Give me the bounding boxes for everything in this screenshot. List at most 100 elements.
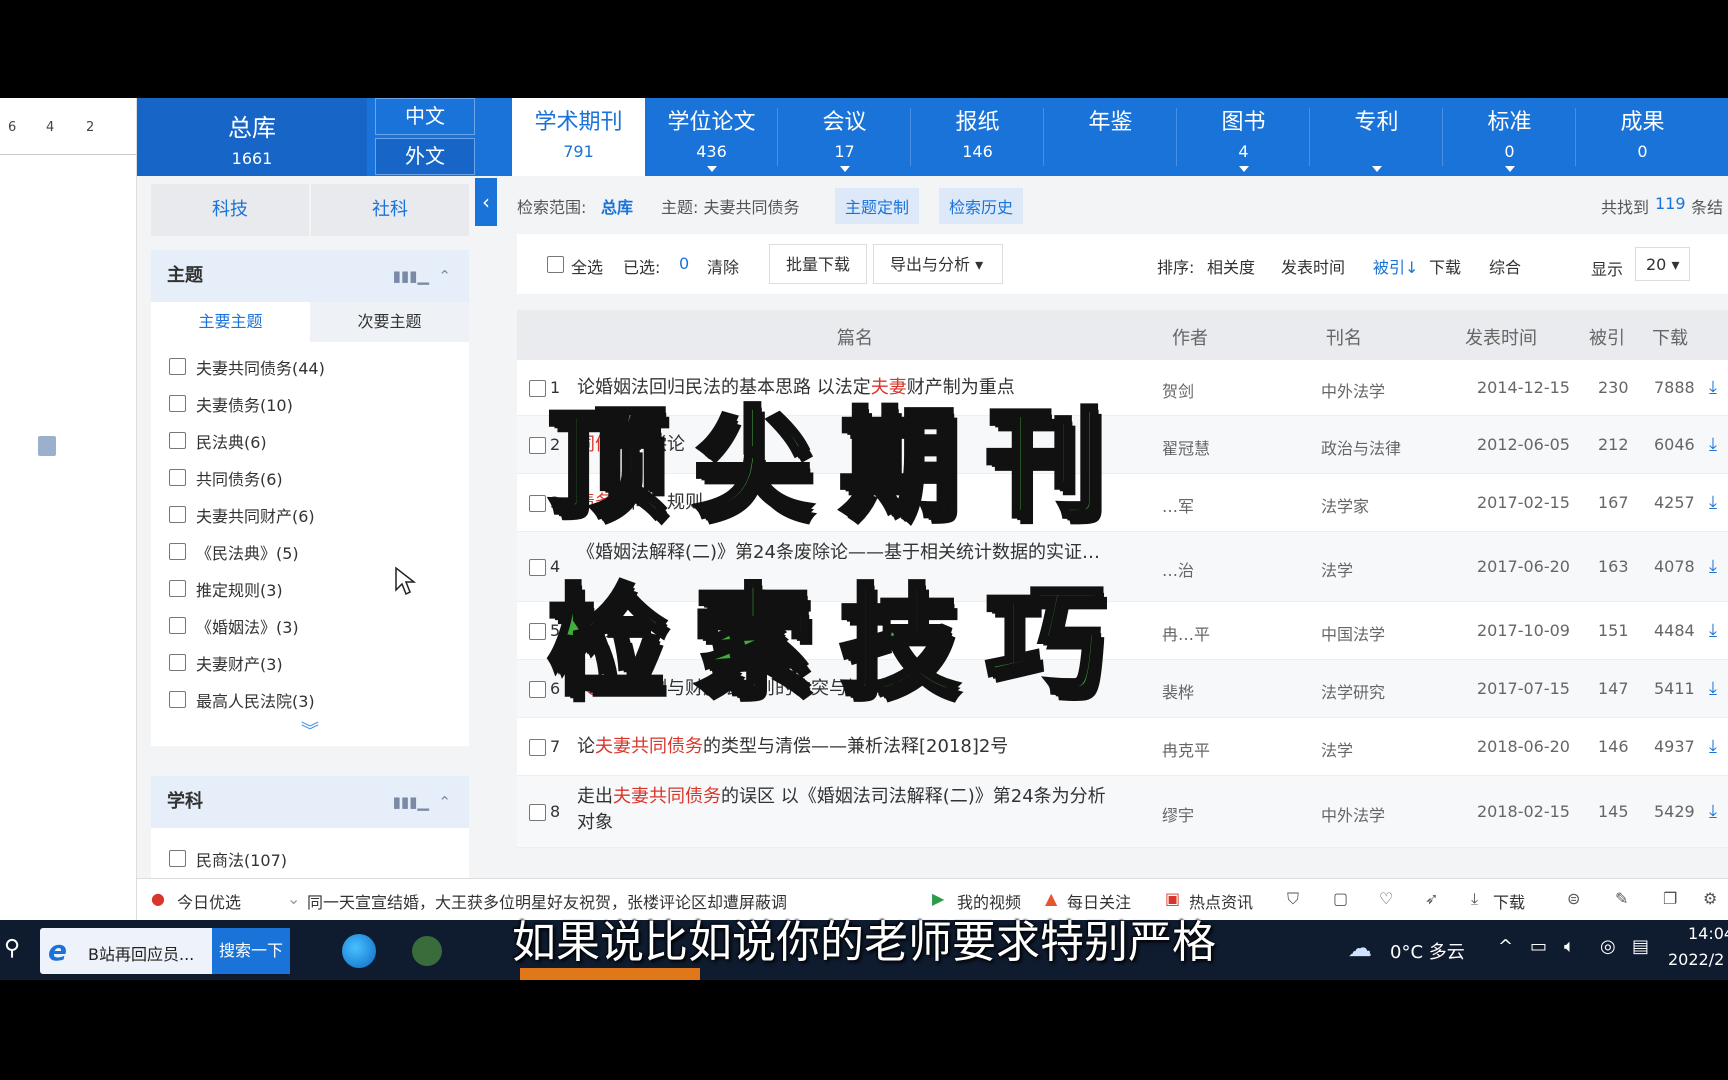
chart-and-collapse-icons[interactable]: ▮▮▮▁ ⌃: [393, 250, 451, 302]
subject-filter-header[interactable]: 学科 ▮▮▮▁ ⌃: [151, 776, 469, 828]
topic-filter-item[interactable]: 夫妻债务(10): [151, 385, 469, 422]
article-title-link[interactable]: 论夫妻共同债务的类型与清偿——兼析法释[2018]2号: [577, 734, 1117, 760]
tab-achievement[interactable]: 成果 0: [1576, 98, 1709, 176]
tab-newspaper[interactable]: 报纸 146: [911, 98, 1044, 176]
export-analysis-dropdown[interactable]: 导出与分析 ▾: [873, 244, 1003, 284]
tab-thesis[interactable]: 学位论文 436: [645, 98, 778, 176]
sort-cited[interactable]: 被引↓: [1373, 254, 1418, 278]
select-all-label[interactable]: 全选: [571, 254, 603, 278]
col-downloads[interactable]: 下载: [1652, 324, 1688, 350]
author-link[interactable]: 翟冠慧: [1162, 435, 1210, 459]
tab-journal[interactable]: 学术期刊 791: [512, 98, 645, 176]
checkbox[interactable]: [169, 395, 186, 412]
table-row[interactable]: 7 论夫妻共同债务的类型与清偿——兼析法释[2018]2号 冉克平 法学 2018-06…: [517, 718, 1728, 776]
checkbox[interactable]: [169, 432, 186, 449]
checkbox[interactable]: [169, 506, 186, 523]
author-link[interactable]: 裴桦: [1162, 679, 1194, 703]
row-checkbox[interactable]: [529, 437, 546, 454]
author-link[interactable]: …军: [1162, 493, 1194, 517]
topic-filter-item[interactable]: 共同债务(6): [151, 459, 469, 496]
chevron-double-down-icon[interactable]: ︾: [151, 718, 469, 746]
tab-social-science[interactable]: 社科: [311, 184, 469, 236]
col-author[interactable]: 作者: [1172, 324, 1208, 350]
journal-link[interactable]: 法学: [1321, 737, 1353, 761]
col-journal[interactable]: 刊名: [1326, 324, 1362, 350]
chart-and-collapse-icons[interactable]: ▮▮▮▁ ⌃: [393, 776, 451, 828]
tab-books[interactable]: 图书 4: [1177, 98, 1310, 176]
checkbox[interactable]: [169, 580, 186, 597]
topic-filter-item[interactable]: 夫妻共同财产(6): [151, 496, 469, 533]
topic-filter-item[interactable]: 夫妻财产(3): [151, 644, 469, 681]
sort-download[interactable]: 下载: [1429, 254, 1461, 278]
row-checkbox[interactable]: [529, 495, 546, 512]
journal-link[interactable]: 政治与法律: [1321, 435, 1401, 459]
sort-date[interactable]: 发表时间: [1281, 254, 1345, 278]
download-icon[interactable]: ⤓: [1709, 492, 1717, 513]
checkbox[interactable]: [169, 469, 186, 486]
collapse-panel-button[interactable]: ‹: [475, 178, 497, 226]
tab-yearbook[interactable]: 年鉴: [1044, 98, 1177, 176]
document-icon[interactable]: [38, 436, 56, 456]
topic-filter-item[interactable]: 《婚姻法》(3): [151, 607, 469, 644]
download-icon[interactable]: ⤓: [1709, 678, 1717, 699]
tab-total[interactable]: 总库 1661: [137, 98, 367, 176]
row-checkbox[interactable]: [529, 623, 546, 640]
sort-relevance[interactable]: 相关度: [1207, 254, 1255, 278]
journal-link[interactable]: 中外法学: [1321, 802, 1385, 826]
author-link[interactable]: 冉克平: [1162, 737, 1210, 761]
checkbox[interactable]: [169, 358, 186, 375]
author-link[interactable]: 缪宇: [1162, 802, 1194, 826]
col-title[interactable]: 篇名: [837, 324, 873, 350]
topic-filter-item[interactable]: 夫妻共同债务(44): [151, 348, 469, 385]
row-checkbox[interactable]: [529, 739, 546, 756]
table-row[interactable]: 8 走出夫妻共同债务的误区 以《婚姻法司法解释(二)》第24条为分析对象 缪宇 中外法…: [517, 776, 1728, 848]
select-all-checkbox[interactable]: [547, 256, 564, 273]
download-icon[interactable]: ⤓: [1709, 556, 1717, 577]
download-icon[interactable]: ⤓: [1709, 801, 1717, 822]
checkbox[interactable]: [169, 691, 186, 708]
page-size-select[interactable]: 20 ▾: [1635, 247, 1691, 281]
author-link[interactable]: …治: [1162, 557, 1194, 581]
tab-patent[interactable]: 专利: [1310, 98, 1443, 176]
clear-button[interactable]: 清除: [707, 254, 739, 278]
subject-filter-item[interactable]: 民商法(107): [151, 840, 469, 877]
tab-secondary-topic[interactable]: 次要主题: [310, 302, 469, 342]
tab-standard[interactable]: 标准 0: [1443, 98, 1576, 176]
article-title-link[interactable]: 走出夫妻共同债务的误区 以《婚姻法司法解释(二)》第24条为分析对象: [577, 784, 1117, 836]
author-link[interactable]: 贺剑: [1162, 378, 1194, 402]
checkbox[interactable]: [169, 654, 186, 671]
checkbox[interactable]: [169, 617, 186, 634]
topic-filter-item[interactable]: 最高人民法院(3): [151, 681, 469, 718]
row-checkbox[interactable]: [529, 804, 546, 821]
checkbox[interactable]: [169, 543, 186, 560]
tab-primary-topic[interactable]: 主要主题: [151, 302, 310, 342]
download-icon[interactable]: ⤓: [1709, 434, 1717, 455]
topic-filter-item[interactable]: 民法典(6): [151, 422, 469, 459]
author-link[interactable]: 冉…平: [1162, 621, 1210, 645]
col-date[interactable]: 发表时间: [1465, 324, 1537, 350]
row-checkbox[interactable]: [529, 559, 546, 576]
topic-filter-item[interactable]: 《民法典》(5): [151, 533, 469, 570]
tab-foreign[interactable]: 外文: [375, 138, 475, 175]
topic-filter-header[interactable]: 主题 ▮▮▮▁ ⌃: [151, 250, 469, 302]
row-checkbox[interactable]: [529, 380, 546, 397]
row-checkbox[interactable]: [529, 681, 546, 698]
search-history-button[interactable]: 检索历史: [939, 188, 1024, 224]
journal-link[interactable]: 法学家: [1321, 493, 1369, 517]
topic-filter-item[interactable]: 推定规则(3): [151, 570, 469, 607]
scope-value[interactable]: 总库: [601, 194, 633, 218]
tab-chinese[interactable]: 中文: [375, 98, 475, 135]
download-icon[interactable]: ⤓: [1709, 377, 1717, 398]
col-cited[interactable]: 被引: [1589, 324, 1625, 350]
topic-custom-button[interactable]: 主题定制: [835, 188, 920, 224]
tab-science[interactable]: 科技: [151, 184, 309, 236]
download-icon[interactable]: ⤓: [1709, 620, 1717, 641]
journal-link[interactable]: 法学: [1321, 557, 1353, 581]
tab-conference[interactable]: 会议 17: [778, 98, 911, 176]
download-icon[interactable]: ⤓: [1709, 736, 1717, 757]
journal-link[interactable]: 中外法学: [1321, 378, 1385, 402]
journal-link[interactable]: 中国法学: [1321, 621, 1385, 645]
checkbox[interactable]: [169, 850, 186, 867]
sort-overall[interactable]: 综合: [1489, 254, 1521, 278]
batch-download-button[interactable]: 批量下载: [769, 244, 868, 284]
